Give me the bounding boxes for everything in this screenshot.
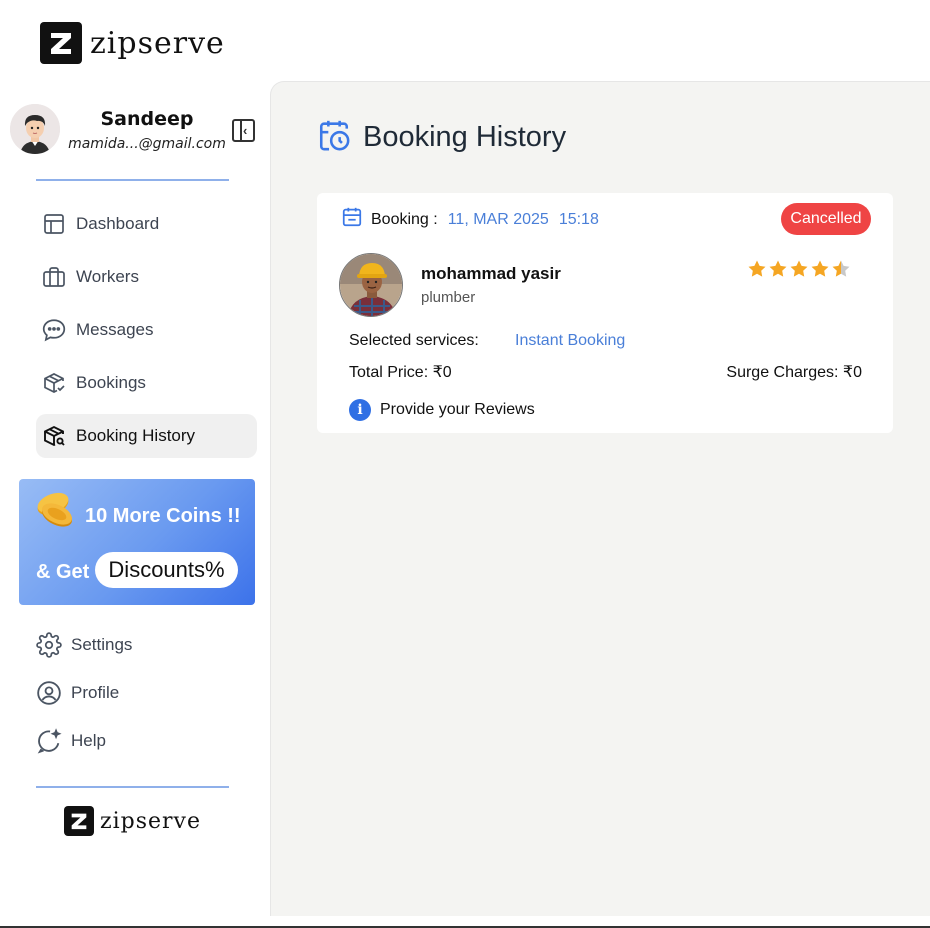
sidebar-item-label: Messages	[76, 320, 154, 339]
sidebar-item-label: Bookings	[76, 373, 146, 392]
worker-role: plumber	[421, 289, 476, 306]
promo-get-text: & Get	[36, 561, 90, 583]
star-icon	[769, 260, 787, 277]
review-label: Provide your Reviews	[380, 401, 535, 418]
sidebar-item-dashboard[interactable]: Dashboard	[36, 202, 257, 246]
sidebar-item-workers[interactable]: Workers	[36, 255, 257, 299]
total-price: Total Price: ₹0	[349, 364, 452, 381]
sidebar: Sandeep mamida...@gmail.com ‹ Dashboard …	[0, 82, 270, 928]
star-icon	[748, 260, 766, 277]
sidebar-item-messages[interactable]: Messages	[36, 308, 257, 352]
star-icon	[790, 260, 808, 277]
package-check-icon	[41, 370, 67, 396]
booking-time: 15:18	[558, 210, 599, 228]
star-icon	[832, 260, 850, 277]
user-profile[interactable]: Sandeep mamida...@gmail.com	[10, 104, 226, 154]
logo-text: zipserve	[100, 808, 201, 834]
provide-review-link[interactable]: i Provide your Reviews	[349, 399, 535, 421]
sidebar-item-settings[interactable]: Settings	[36, 623, 257, 667]
sidebar-nav: Dashboard Workers Messages Bookings Book…	[36, 202, 257, 467]
rating-stars	[747, 259, 851, 279]
booking-card[interactable]: Booking : 11, MAR 2025 15:18 Cancelled m…	[317, 193, 893, 433]
sidebar-item-help[interactable]: Help	[36, 719, 257, 763]
help-chat-icon	[36, 728, 62, 754]
user-circle-icon	[36, 680, 62, 706]
package-search-icon	[41, 423, 67, 449]
chevron-left-icon: ‹	[243, 123, 248, 138]
promo-coins-text: 10 More Coins !!	[85, 505, 241, 527]
booking-label: Booking :	[371, 210, 438, 228]
surge-charges: Surge Charges: ₹0	[726, 364, 862, 381]
worker-name: mohammad yasir	[421, 264, 561, 283]
sidebar-item-label: Booking History	[76, 426, 196, 445]
user-email: mamida...@gmail.com	[68, 136, 226, 152]
calendar-clock-icon	[317, 118, 351, 157]
sidebar-item-booking-history[interactable]: Booking History	[36, 414, 257, 458]
coins-icon	[33, 489, 77, 534]
avatar	[10, 104, 60, 154]
logo-mark-icon	[64, 806, 94, 836]
calendar-icon	[341, 206, 363, 233]
sidebar-item-label: Workers	[76, 267, 139, 286]
briefcase-icon	[41, 264, 67, 290]
sidebar-item-label: Dashboard	[76, 214, 160, 233]
logo-text: zipserve	[90, 25, 225, 61]
logo-mark-icon	[40, 22, 82, 64]
services-value: Instant Booking	[515, 332, 626, 349]
top-logo[interactable]: zipserve	[40, 22, 225, 64]
booking-date: 11, MAR 2025	[447, 210, 549, 228]
sidebar-item-label: Settings	[71, 635, 133, 654]
user-info: Sandeep mamida...@gmail.com	[67, 108, 227, 152]
footer-logo[interactable]: zipserve	[64, 806, 201, 836]
sidebar-item-profile[interactable]: Profile	[36, 671, 257, 715]
page-title: Booking History	[363, 121, 567, 153]
divider	[36, 179, 229, 181]
sidebar-secondary-nav: Settings Profile Help	[36, 623, 257, 767]
sidebar-item-bookings[interactable]: Bookings	[36, 361, 257, 405]
promo-discount-pill[interactable]: Discounts%	[95, 552, 238, 588]
user-name: Sandeep	[100, 108, 194, 130]
status-badge: Cancelled	[781, 203, 871, 235]
booking-date-row: Booking : 11, MAR 2025 15:18	[341, 206, 599, 233]
sidebar-collapse-button[interactable]: ‹	[232, 119, 255, 142]
sidebar-item-label: Help	[71, 731, 106, 750]
services-label: Selected services:	[349, 332, 479, 349]
main-content: Booking History Booking : 11, MAR 2025 1…	[270, 81, 930, 916]
worker-avatar	[339, 253, 403, 317]
divider	[36, 786, 229, 788]
dashboard-icon	[41, 211, 67, 237]
sidebar-item-label: Profile	[71, 683, 120, 702]
coins-promo-banner[interactable]: 10 More Coins !! & Get Discounts%	[19, 479, 255, 605]
info-icon: i	[349, 399, 371, 421]
chat-icon	[41, 317, 67, 343]
gear-icon	[36, 632, 62, 658]
page-header: Booking History	[317, 118, 566, 157]
star-icon	[811, 260, 829, 277]
